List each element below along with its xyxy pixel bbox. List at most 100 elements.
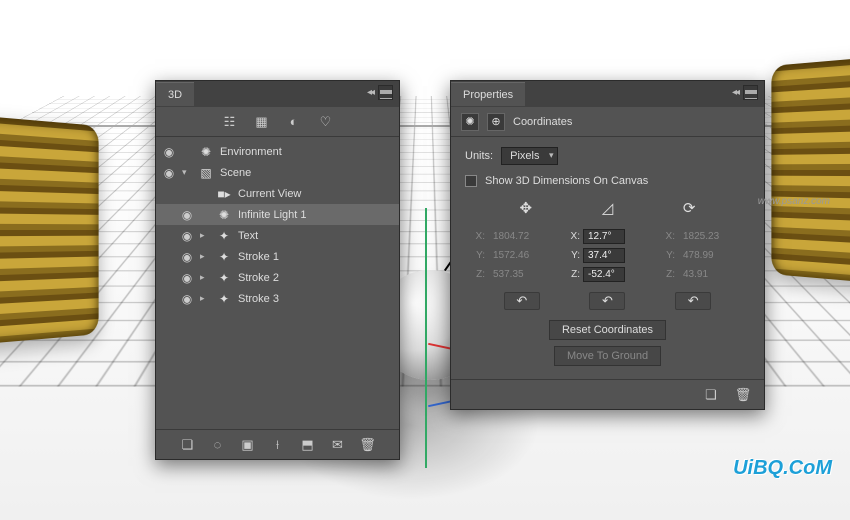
pos-x-field: X:1804.72	[471, 229, 554, 244]
units-row: Units: Pixels	[465, 147, 750, 165]
panel-3d: 3D ◂◂ ☷ ▦ ◐ ♡ ◉ ✺ Environment ◉ ▾ ▧ Scen…	[155, 80, 400, 460]
units-label: Units:	[465, 150, 493, 162]
twist-icon[interactable]: ▸	[200, 251, 210, 262]
transform-mode-icons: ✥ ◿ ⟳	[485, 197, 730, 219]
scene-icon: ▧	[198, 166, 214, 180]
scale-z-field: Z:43.91	[661, 267, 744, 282]
visibility-icon[interactable]: ◉	[180, 271, 194, 285]
visibility-icon[interactable]: ◉	[180, 250, 194, 264]
tab-properties[interactable]: Properties	[451, 82, 525, 106]
tree-row-stroke1[interactable]: ◉ ▸ ✦ Stroke 1	[156, 246, 399, 267]
panel-properties-footer: ❏ 🗑	[451, 379, 764, 409]
render-icon[interactable]: ✉	[329, 436, 347, 454]
rotate-tool-icon[interactable]: ◿	[593, 197, 621, 219]
reset-coordinates-button[interactable]: Reset Coordinates	[549, 320, 666, 340]
filter-bar: ☷ ▦ ◐ ♡	[156, 107, 399, 137]
move-tool-icon[interactable]: ✥	[512, 197, 540, 219]
trash-icon[interactable]: 🗑	[734, 386, 752, 404]
filter-scene-icon[interactable]: ☷	[221, 113, 239, 131]
gold-text-3d-left	[0, 113, 99, 346]
tree-row-stroke2[interactable]: ◉ ▸ ✦ Stroke 2	[156, 267, 399, 288]
twist-icon[interactable]: ▸	[200, 230, 210, 241]
tree-row-infinite-light[interactable]: ◉ ✺ Infinite Light 1	[156, 204, 399, 225]
new-layer-icon[interactable]: ❏	[179, 436, 197, 454]
twist-icon[interactable]: ▸	[200, 293, 210, 304]
panel-properties-tabbar: Properties ◂◂	[451, 81, 764, 107]
show-dimensions-label: Show 3D Dimensions On Canvas	[485, 175, 648, 187]
move-to-ground-button[interactable]: Move To Ground	[554, 346, 661, 366]
tree-row-scene[interactable]: ◉ ▾ ▧ Scene	[156, 162, 399, 183]
row-label: Stroke 2	[238, 272, 393, 284]
visibility-icon[interactable]: ◉	[162, 145, 176, 159]
add-mesh-icon[interactable]: ▣	[239, 436, 257, 454]
add-material-icon[interactable]: ⟊	[269, 436, 287, 454]
row-label: Text	[238, 230, 393, 242]
tree-row-stroke3[interactable]: ◉ ▸ ✦ Stroke 3	[156, 288, 399, 309]
properties-body: Units: Pixels Show 3D Dimensions On Canv…	[451, 137, 764, 376]
show-dimensions-row: Show 3D Dimensions On Canvas	[465, 175, 750, 187]
tree-row-current-view[interactable]: ■▸ Current View	[156, 183, 399, 204]
visibility-icon[interactable]: ◉	[180, 208, 194, 222]
tab-3d[interactable]: 3D	[156, 82, 194, 106]
reset-row: ↶ ↶ ↶	[479, 292, 736, 310]
panel-3d-tabbar: 3D ◂◂	[156, 81, 399, 107]
environment-icon: ✺	[198, 145, 214, 159]
rot-z-field[interactable]: Z:-52.4°	[566, 267, 649, 282]
coordinates-icon[interactable]: ⊕	[487, 113, 505, 131]
mesh-icon: ✦	[216, 250, 232, 264]
duplicate-icon[interactable]: ⬒	[299, 436, 317, 454]
mesh-icon: ✦	[216, 229, 232, 243]
row-label: Scene	[220, 167, 393, 179]
rot-x-field[interactable]: X:12.7°	[566, 229, 649, 244]
watermark-logo: UiBQ.CoM	[733, 457, 832, 480]
watermark-small: www.psanz.com	[758, 196, 830, 207]
row-label: Infinite Light 1	[238, 209, 393, 221]
render-settings-icon[interactable]: ❏	[702, 386, 720, 404]
trash-icon[interactable]: 🗑	[359, 436, 377, 454]
units-select[interactable]: Pixels	[501, 147, 558, 165]
row-label: Stroke 1	[238, 251, 393, 263]
axis-y	[425, 208, 427, 468]
add-light-icon[interactable]: ◌	[209, 436, 227, 454]
pos-z-field: Z:537.35	[471, 267, 554, 282]
rot-y-field[interactable]: Y:37.4°	[566, 248, 649, 263]
scene-tree: ◉ ✺ Environment ◉ ▾ ▧ Scene ■▸ Current V…	[156, 137, 399, 313]
twist-icon[interactable]: ▾	[182, 167, 192, 178]
row-label: Current View	[238, 188, 393, 200]
collapse-icon[interactable]: ◂◂	[732, 87, 738, 98]
panel-menu-icon[interactable]	[378, 85, 393, 100]
properties-section-title: Coordinates	[513, 116, 572, 128]
scale-tool-icon[interactable]: ⟳	[675, 197, 703, 219]
tree-row-environment[interactable]: ◉ ✺ Environment	[156, 141, 399, 162]
visibility-icon[interactable]: ◉	[180, 229, 194, 243]
panel-3d-footer: ❏ ◌ ▣ ⟊ ⬒ ✉ 🗑	[156, 429, 399, 459]
mesh-icon: ✦	[216, 271, 232, 285]
coordinate-buttons: Reset Coordinates Move To Ground	[465, 320, 750, 366]
visibility-icon[interactable]: ◉	[180, 292, 194, 306]
panel-menu-icon[interactable]	[743, 85, 758, 100]
collapse-icon[interactable]: ◂◂	[367, 87, 373, 98]
pos-y-field: Y:1572.46	[471, 248, 554, 263]
light-icon: ✺	[216, 208, 232, 222]
properties-section-header: ✺ ⊕ Coordinates	[451, 107, 764, 137]
scale-y-field: Y:478.99	[661, 248, 744, 263]
coordinates-grid: X:1804.72 X:12.7° X:1825.23 Y:1572.46 Y:…	[471, 229, 744, 282]
camera-icon: ■▸	[216, 187, 232, 201]
show-dimensions-checkbox[interactable]	[465, 175, 477, 187]
filter-material-icon[interactable]: ◐	[285, 113, 303, 131]
filter-light-icon[interactable]: ♡	[317, 113, 335, 131]
reset-rotation-icon[interactable]: ↶	[589, 292, 625, 310]
row-label: Environment	[220, 146, 393, 158]
visibility-icon[interactable]: ◉	[162, 166, 176, 180]
gold-text-3d-right	[771, 53, 850, 286]
tree-row-text[interactable]: ◉ ▸ ✦ Text	[156, 225, 399, 246]
scale-x-field: X:1825.23	[661, 229, 744, 244]
panel-properties: Properties ◂◂ ✺ ⊕ Coordinates Units: Pix…	[450, 80, 765, 410]
twist-icon[interactable]: ▸	[200, 272, 210, 283]
mesh-icon: ✦	[216, 292, 232, 306]
light-properties-icon[interactable]: ✺	[461, 113, 479, 131]
filter-mesh-icon[interactable]: ▦	[253, 113, 271, 131]
row-label: Stroke 3	[238, 293, 393, 305]
reset-position-icon[interactable]: ↶	[504, 292, 540, 310]
reset-scale-icon[interactable]: ↶	[675, 292, 711, 310]
